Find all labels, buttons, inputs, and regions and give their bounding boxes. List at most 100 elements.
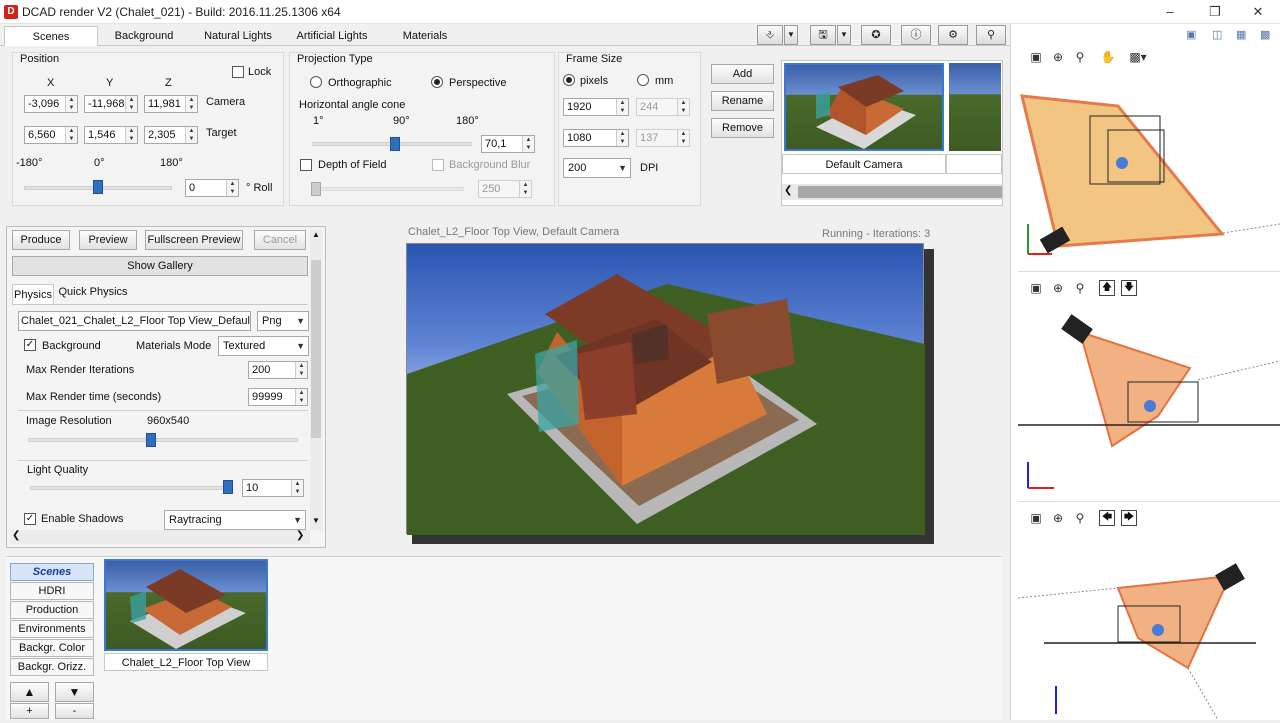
- close-button[interactable]: ✕: [1238, 2, 1278, 22]
- scene-list-backgr-color[interactable]: Backgr. Color: [10, 639, 94, 657]
- target-x-field[interactable]: 6,560 ▲ ▼: [24, 126, 78, 144]
- target-y-field[interactable]: 1,546 ▲ ▼: [84, 126, 138, 144]
- fit-view-icon[interactable]: ▣: [1028, 49, 1044, 65]
- light-quality-field[interactable]: 10 ▲ ▼: [242, 479, 304, 497]
- pin-icon[interactable]: ⎀: [757, 25, 783, 45]
- layout-2-icon[interactable]: ◫: [1212, 28, 1222, 41]
- frame-width-mm-field[interactable]: 244 ▲ ▼: [636, 98, 690, 116]
- fullscreen-preview-button[interactable]: Fullscreen Preview: [145, 230, 243, 250]
- roll-field[interactable]: 0 ▲ ▼: [185, 179, 239, 197]
- depth-of-field-checkbox[interactable]: [300, 159, 312, 171]
- blur-slider-thumb[interactable]: [311, 182, 321, 196]
- preview-button[interactable]: Preview: [79, 230, 137, 250]
- tree-icon[interactable]: ✪: [861, 25, 891, 45]
- camera-y-field[interactable]: -11,968 ▲ ▼: [84, 95, 138, 113]
- magnify-icon[interactable]: ⚲: [1072, 49, 1088, 65]
- orthographic-radio[interactable]: [310, 76, 322, 88]
- remove-camera-button[interactable]: Remove: [711, 118, 774, 138]
- second-camera-label[interactable]: [946, 154, 1002, 174]
- frame-height-mm-field[interactable]: 137 ▲ ▼: [636, 129, 690, 147]
- add-camera-button[interactable]: Add: [711, 64, 774, 84]
- render-viewport[interactable]: [406, 243, 925, 535]
- shadows-mode-select[interactable]: Raytracing ▼: [164, 510, 306, 530]
- save-icon[interactable]: 🖫: [810, 25, 836, 45]
- tab-artificial-lights[interactable]: Artificial Lights: [286, 26, 378, 46]
- blur-slider-track[interactable]: [312, 187, 464, 191]
- tab-quick-physics[interactable]: Quick Physics: [56, 282, 130, 302]
- arrow-down-icon[interactable]: 🡇: [1121, 280, 1137, 296]
- pan-icon[interactable]: ✋: [1100, 49, 1116, 65]
- arrow-right-icon[interactable]: 🡆: [1121, 510, 1137, 526]
- light-quality-slider-thumb[interactable]: [223, 480, 233, 494]
- fit-view-2-icon[interactable]: ▣: [1028, 280, 1044, 296]
- default-camera-label[interactable]: Default Camera: [782, 154, 946, 174]
- background-checkbox[interactable]: ✓: [24, 339, 36, 351]
- camera-x-field[interactable]: -3,096 ▲ ▼: [24, 95, 78, 113]
- layout-3-icon[interactable]: ▦: [1236, 28, 1246, 41]
- scroll-left-icon[interactable]: ❮: [784, 185, 792, 196]
- background-blur-checkbox[interactable]: [432, 159, 444, 171]
- move-down-button[interactable]: ▼: [55, 682, 94, 702]
- frame-width-field[interactable]: 1920 ▲ ▼: [563, 98, 629, 116]
- hscroll-right-icon[interactable]: ❯: [296, 530, 304, 541]
- format-select[interactable]: Png ▼: [257, 311, 309, 331]
- produce-button[interactable]: Produce: [12, 230, 70, 250]
- angle-slider-thumb[interactable]: [390, 137, 400, 151]
- tab-materials[interactable]: Materials: [378, 26, 472, 46]
- light-quality-slider-track[interactable]: [30, 486, 228, 490]
- enable-shadows-checkbox[interactable]: ✓: [24, 513, 36, 525]
- pin-dropdown-chevron-icon[interactable]: ▼: [784, 25, 798, 45]
- hscroll-left-icon[interactable]: ❮: [12, 530, 20, 541]
- default-camera-thumbnail[interactable]: [784, 63, 944, 151]
- zoom-icon[interactable]: ⚲: [976, 25, 1006, 45]
- remove-scene-button[interactable]: -: [55, 703, 94, 719]
- max-iterations-field[interactable]: 200 ▲ ▼: [248, 361, 308, 379]
- info-icon[interactable]: ⓘ: [901, 25, 931, 45]
- camera-z-field[interactable]: 11,981 ▲ ▼: [144, 95, 198, 113]
- fit-view-3-icon[interactable]: ▣: [1028, 510, 1044, 526]
- layout-4-icon[interactable]: ▩: [1260, 28, 1270, 41]
- move-up-button[interactable]: ▲: [10, 682, 49, 702]
- tab-natural-lights[interactable]: Natural Lights: [190, 26, 286, 46]
- tab-physics[interactable]: Physics: [12, 284, 54, 304]
- scene-list-scenes[interactable]: Scenes: [10, 563, 94, 581]
- pixels-radio[interactable]: [563, 74, 575, 86]
- layout-1-icon[interactable]: ▣: [1186, 28, 1196, 41]
- lock-checkbox[interactable]: [232, 66, 244, 78]
- tab-scenes[interactable]: Scenes: [4, 26, 98, 46]
- scene-list-backgr-orizz[interactable]: Backgr. Orizz.: [10, 658, 94, 676]
- scene-thumbnail-label[interactable]: Chalet_L2_Floor Top View: [104, 653, 268, 671]
- arrow-left-icon[interactable]: 🡄: [1099, 510, 1115, 526]
- cancel-button[interactable]: Cancel: [254, 230, 306, 250]
- target-3-icon[interactable]: ⊕: [1050, 510, 1066, 526]
- blur-field[interactable]: 250 ▲ ▼: [478, 180, 532, 198]
- scroll-up-icon[interactable]: ▲: [310, 230, 322, 239]
- magnify-2-icon[interactable]: ⚲: [1072, 280, 1088, 296]
- angle-field[interactable]: 70,1 ▲ ▼: [481, 135, 535, 153]
- materials-mode-select[interactable]: Textured ▼: [218, 336, 309, 356]
- image-resolution-slider-thumb[interactable]: [146, 433, 156, 447]
- rename-camera-button[interactable]: Rename: [711, 91, 774, 111]
- image-icon[interactable]: ▩▾: [1126, 49, 1150, 65]
- tab-background[interactable]: Background: [98, 26, 190, 46]
- settings-icon[interactable]: ⚙: [938, 25, 968, 45]
- perspective-radio[interactable]: [431, 76, 443, 88]
- show-gallery-button[interactable]: Show Gallery: [12, 256, 308, 276]
- output-filename-field[interactable]: Chalet_021_Chalet_L2_Floor Top View_Defa…: [18, 311, 251, 331]
- roll-slider-thumb[interactable]: [93, 180, 103, 194]
- add-scene-button[interactable]: +: [10, 703, 49, 719]
- dpi-select[interactable]: 200 ▼: [563, 158, 631, 178]
- mm-radio[interactable]: [637, 74, 649, 86]
- scene-list-production[interactable]: Production: [10, 601, 94, 619]
- image-resolution-slider-track[interactable]: [28, 438, 298, 442]
- side-view-front[interactable]: [1018, 276, 1280, 502]
- arrow-up-icon[interactable]: 🡅: [1099, 280, 1115, 296]
- minimize-button[interactable]: –: [1150, 2, 1190, 22]
- scroll-down-icon[interactable]: ▼: [310, 516, 322, 525]
- magnify-3-icon[interactable]: ⚲: [1072, 510, 1088, 526]
- max-time-field[interactable]: 99999 ▲ ▼: [248, 388, 308, 406]
- second-camera-thumbnail[interactable]: [949, 63, 1001, 151]
- panel-scrollbar[interactable]: ▲ ▼: [310, 230, 322, 530]
- scene-thumbnail[interactable]: [104, 559, 268, 651]
- panel-scrollbar-thumb[interactable]: [311, 260, 321, 438]
